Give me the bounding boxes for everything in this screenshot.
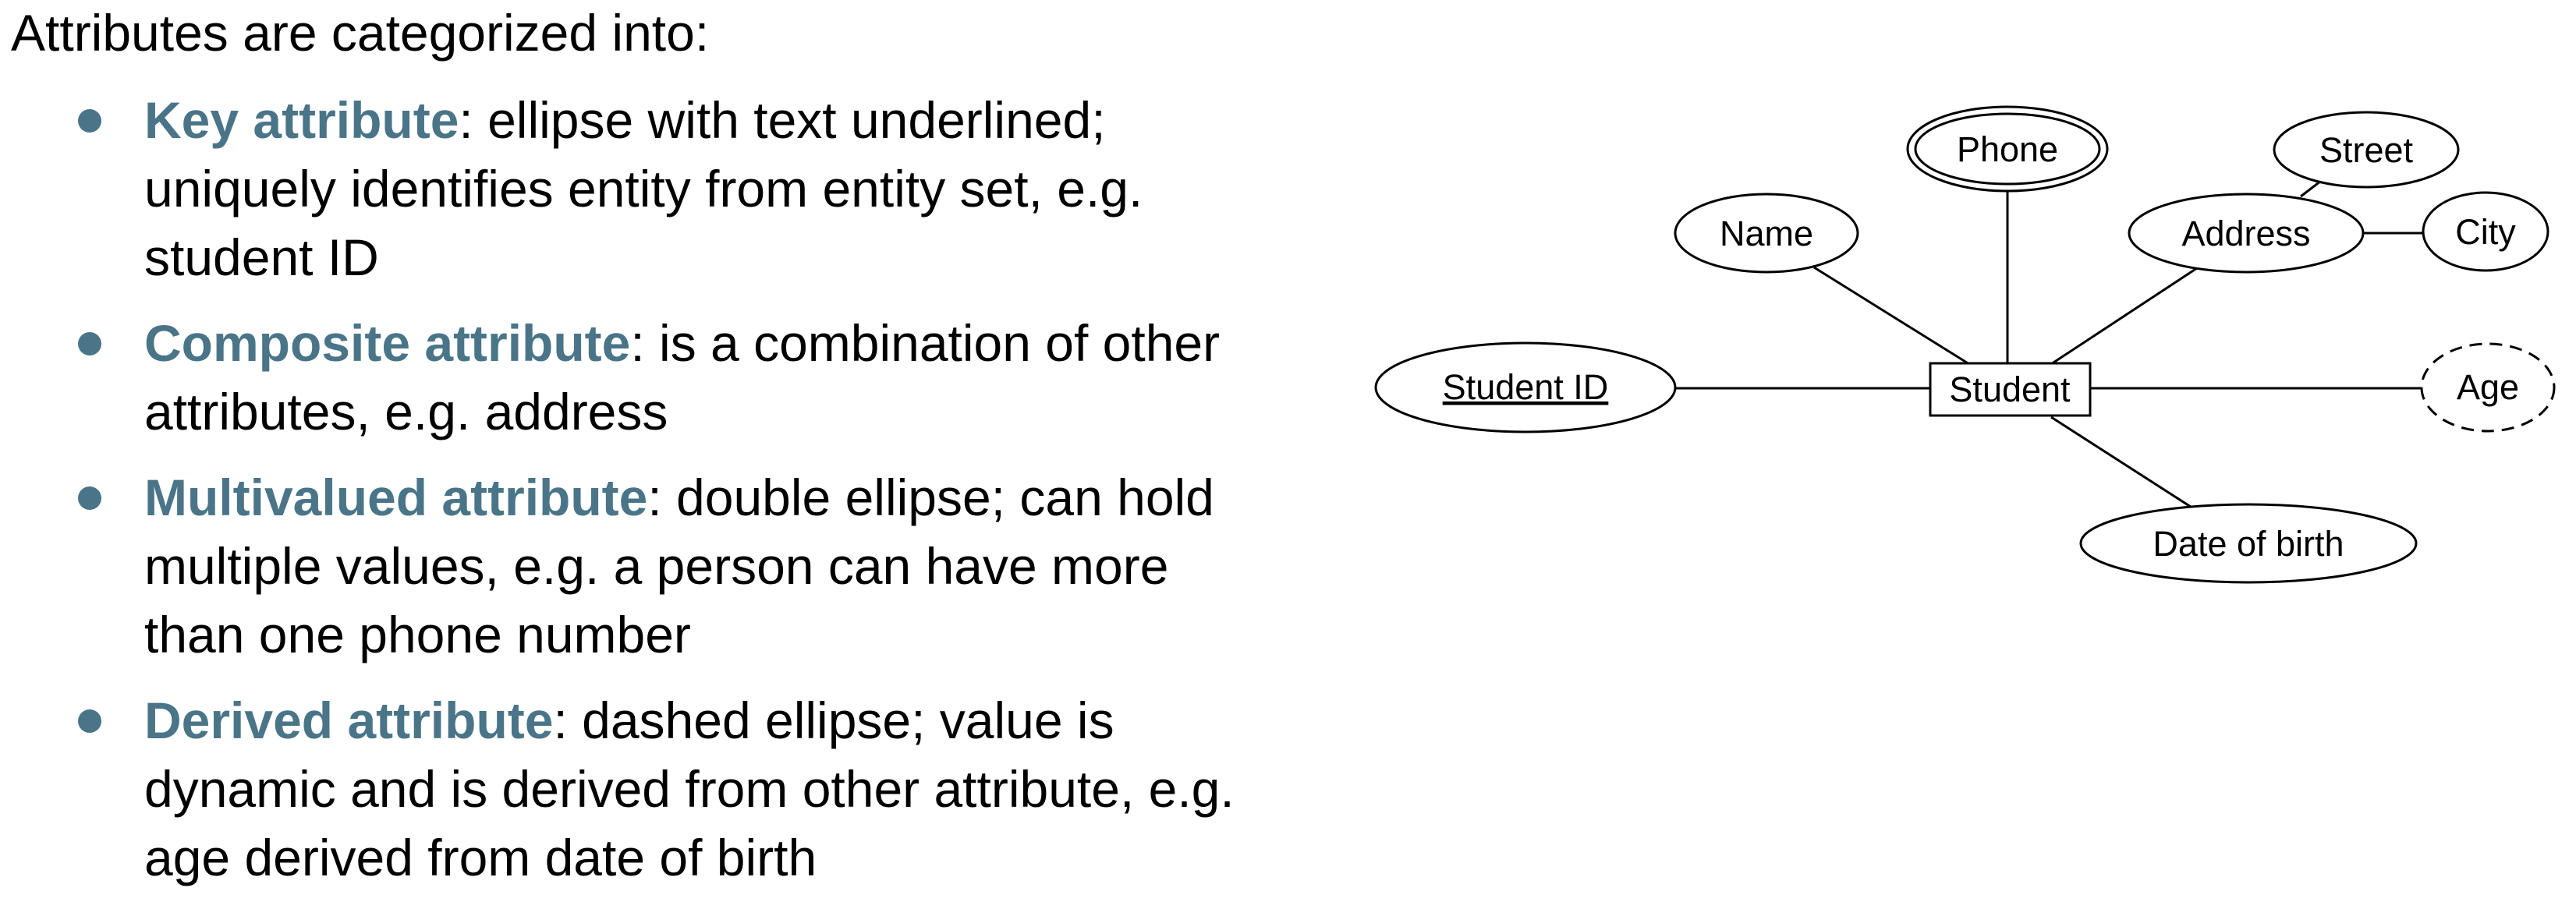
student-entity-label: Student (1949, 370, 2071, 409)
er-diagram: Phone Street Name Address City Student I… (1374, 105, 2556, 584)
date-of-birth-label: Date of birth (2153, 524, 2344, 564)
connector-address (2050, 265, 2200, 366)
phone-label: Phone (1957, 129, 2058, 169)
connector-date-of-birth (2050, 416, 2194, 510)
address-label: Address (2181, 214, 2310, 253)
city-label: City (2455, 212, 2516, 252)
street-label: Street (2319, 130, 2414, 170)
student-id-label: Student ID (1443, 367, 1609, 407)
age-label: Age (2457, 367, 2519, 407)
connector-name (1813, 266, 1970, 366)
name-label: Name (1720, 214, 1813, 253)
